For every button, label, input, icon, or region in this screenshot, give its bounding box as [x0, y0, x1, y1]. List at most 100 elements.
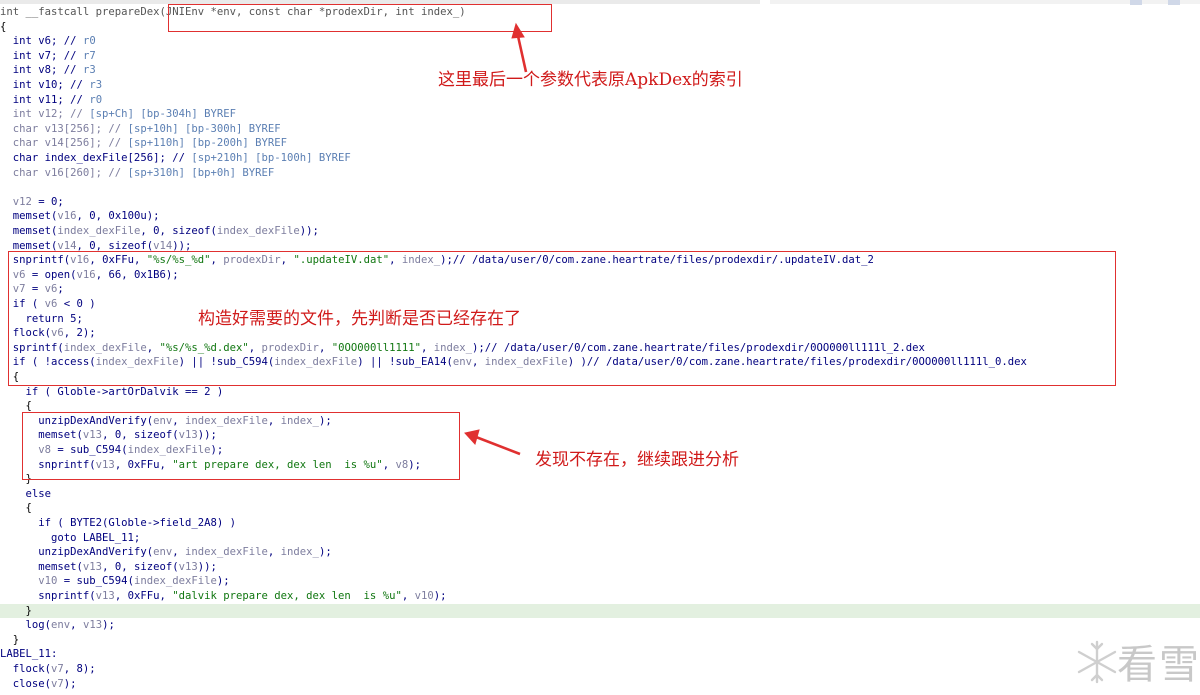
- code-token: flock(: [0, 663, 52, 675]
- code-token: char v16[260]; //: [0, 166, 128, 179]
- code-line[interactable]: int v8; // r3: [0, 63, 96, 78]
- code-token: r0: [82, 35, 96, 48]
- code-token: ));: [172, 239, 192, 252]
- code-token: int: [0, 49, 39, 62]
- code-token: [sp+110h] [bp-200h] BYREF: [127, 137, 288, 150]
- code-line[interactable]: snprintf(v13, 0xFFu, "dalvik prepare dex…: [0, 589, 447, 604]
- code-token: int: [0, 79, 39, 91]
- code-token: index_: [280, 546, 319, 559]
- code-token: );: [102, 619, 115, 632]
- code-token: , 0, sizeof(: [76, 239, 154, 252]
- code-token: ; //: [51, 35, 83, 48]
- code-token: ; //: [57, 93, 90, 106]
- code-line[interactable]: memset(index_dexFile, 0, sizeof(index_de…: [0, 224, 319, 239]
- code-token: unzipDexAndVerify(: [0, 546, 154, 559]
- code-token: memset(: [0, 225, 58, 237]
- code-token: r3: [89, 79, 103, 91]
- code-token: [sp+210h] [bp-100h] BYREF: [191, 152, 351, 164]
- code-line[interactable]: memset(v13, 0, sizeof(v13));: [0, 560, 217, 575]
- code-line[interactable]: if ( BYTE2(Globle->field_2A8) ): [0, 516, 236, 531]
- code-line[interactable]: char index_dexFile[256]; // [sp+210h] [b…: [0, 151, 351, 166]
- code-line[interactable]: char v16[260]; // [sp+310h] [bp+0h] BYRE…: [0, 166, 275, 181]
- code-token: ; //: [57, 79, 90, 91]
- code-token: v13: [82, 560, 103, 573]
- code-token: = sub_C594(: [57, 575, 134, 588]
- code-token: index_dexFile: [184, 546, 268, 559]
- code-token: }: [0, 633, 20, 646]
- code-token: v10: [414, 590, 434, 602]
- code-line[interactable]: int v7; // r7: [0, 49, 96, 64]
- annotation-not-exist-follow: 发现不存在，继续跟进分析: [535, 450, 739, 470]
- code-token: ,: [172, 546, 185, 559]
- code-token: );: [216, 575, 230, 588]
- code-line[interactable]: int v10; // r3: [0, 78, 102, 93]
- code-line[interactable]: int v12; // [sp+Ch] [bp-304h] BYREF: [0, 107, 236, 122]
- code-token: char v14[256]; //: [0, 137, 128, 150]
- code-line[interactable]: else: [0, 487, 52, 502]
- code-token: ,: [70, 619, 83, 632]
- code-line[interactable]: char v13[256]; // [sp+10h] [bp-300h] BYR…: [0, 122, 281, 137]
- code-token: v13: [178, 560, 198, 573]
- code-token: v13: [82, 619, 103, 632]
- unzip-block-highlight-box: [22, 412, 460, 480]
- code-token: close(: [0, 677, 52, 690]
- code-token: , 0, sizeof(: [102, 560, 179, 573]
- file-construction-highlight-box: [8, 251, 1116, 386]
- code-token: else: [0, 487, 52, 500]
- code-line[interactable]: log(env, v13);: [0, 618, 115, 633]
- code-token: = 0;: [31, 195, 64, 208]
- code-token: index_dexFile: [216, 225, 300, 237]
- code-line[interactable]: unzipDexAndVerify(env, index_dexFile, in…: [0, 545, 331, 560]
- code-line[interactable]: close(v7);: [0, 677, 77, 692]
- code-line[interactable]: int v6; // r0: [0, 34, 96, 49]
- code-token: env: [153, 546, 173, 559]
- code-token: if ( BYTE2(Globle->field_2A8) ): [0, 517, 236, 529]
- code-line[interactable]: v12 = 0;: [0, 195, 64, 210]
- code-line[interactable]: }: [0, 603, 1200, 619]
- code-token: memset(: [0, 210, 58, 223]
- code-line[interactable]: goto LABEL_11;: [0, 531, 140, 546]
- code-token: log(: [0, 619, 52, 632]
- code-token: v14: [153, 239, 173, 252]
- code-token: int: [0, 93, 39, 106]
- code-token: v7: [51, 677, 64, 690]
- code-token: index_dexFile: [57, 225, 141, 237]
- code-token: );: [433, 590, 447, 602]
- code-line[interactable]: if ( Globle->artOrDalvik == 2 ): [0, 385, 224, 400]
- code-token: , 8);: [63, 663, 96, 675]
- signature-highlight-box: [168, 4, 552, 32]
- code-token: v7: [38, 49, 52, 62]
- code-token: }: [0, 604, 32, 617]
- code-line[interactable]: }: [0, 633, 19, 648]
- code-token: v16: [57, 210, 77, 223]
- code-token: r0: [89, 93, 103, 106]
- code-token: int: [0, 64, 39, 77]
- code-token: {: [0, 502, 32, 515]
- code-token: char v13[256]; //: [0, 122, 128, 135]
- code-token: v8: [38, 64, 52, 77]
- watermark-text: 看雪: [1117, 642, 1200, 688]
- code-token: snprintf(: [0, 590, 96, 602]
- code-token: , 0, sizeof(: [140, 225, 217, 237]
- code-token: ; //: [51, 49, 83, 62]
- code-line[interactable]: v10 = sub_C594(index_dexFile);: [0, 574, 230, 589]
- code-token: r3: [82, 64, 96, 77]
- code-token: [sp+10h] [bp-300h] BYREF: [127, 122, 281, 135]
- code-token: v13: [95, 590, 115, 602]
- code-token: ,: [267, 546, 281, 559]
- code-token: v14: [57, 239, 77, 252]
- code-line[interactable]: char v14[256]; // [sp+110h] [bp-200h] BY…: [0, 136, 287, 151]
- code-line[interactable]: {: [0, 501, 32, 516]
- code-token: goto LABEL_11;: [0, 531, 141, 544]
- code-token: ));: [197, 560, 217, 573]
- code-line[interactable]: int v11; // r0: [0, 93, 102, 108]
- annotation-file-exists-check: 构造好需要的文件，先判断是否已经存在了: [198, 309, 521, 329]
- code-line[interactable]: memset(v16, 0, 0x100u);: [0, 209, 160, 224]
- code-line[interactable]: flock(v7, 8);: [0, 662, 96, 677]
- code-token: v11: [38, 93, 58, 106]
- code-line[interactable]: {: [0, 20, 6, 35]
- code-token: v10: [38, 79, 58, 91]
- code-token: [sp+310h] [bp+0h] BYREF: [127, 166, 275, 179]
- code-line[interactable]: LABEL_11:: [0, 647, 57, 662]
- code-token: v6: [38, 35, 52, 48]
